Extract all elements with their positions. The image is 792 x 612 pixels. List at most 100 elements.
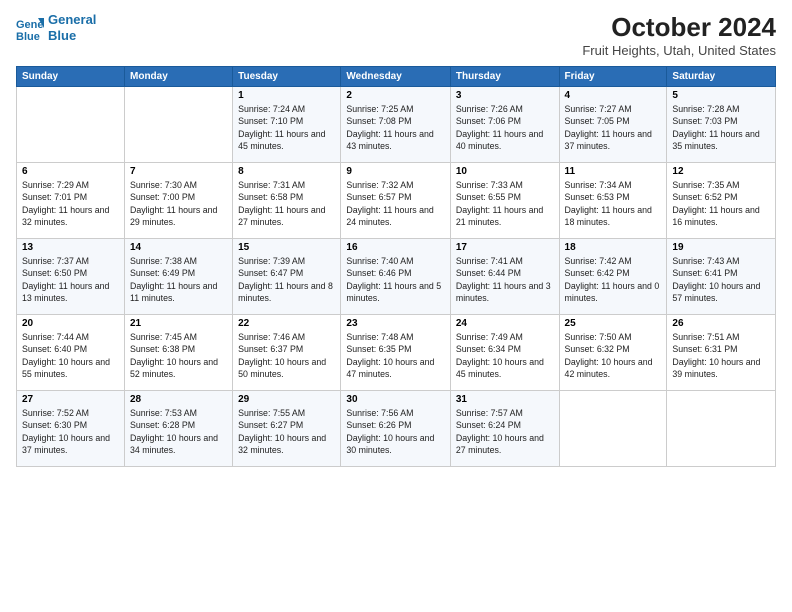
calendar-week-4: 20 Sunrise: 7:44 AMSunset: 6:40 PMDaylig… — [17, 315, 776, 391]
day-number: 4 — [565, 90, 662, 101]
table-row: 11 Sunrise: 7:34 AMSunset: 6:53 PMDaylig… — [559, 163, 667, 239]
calendar-title: October 2024 — [582, 12, 776, 43]
calendar-week-2: 6 Sunrise: 7:29 AMSunset: 7:01 PMDayligh… — [17, 163, 776, 239]
day-info: Sunrise: 7:40 AMSunset: 6:46 PMDaylight:… — [346, 256, 441, 303]
calendar-table: Sunday Monday Tuesday Wednesday Thursday… — [16, 66, 776, 467]
day-info: Sunrise: 7:34 AMSunset: 6:53 PMDaylight:… — [565, 180, 652, 227]
table-row: 12 Sunrise: 7:35 AMSunset: 6:52 PMDaylig… — [667, 163, 776, 239]
logo-icon: General Blue — [16, 14, 44, 42]
day-info: Sunrise: 7:24 AMSunset: 7:10 PMDaylight:… — [238, 104, 325, 151]
logo: General Blue General Blue — [16, 12, 96, 43]
calendar-page: General Blue General Blue October 2024 F… — [0, 0, 792, 612]
day-info: Sunrise: 7:33 AMSunset: 6:55 PMDaylight:… — [456, 180, 543, 227]
day-number: 1 — [238, 90, 335, 101]
day-info: Sunrise: 7:50 AMSunset: 6:32 PMDaylight:… — [565, 332, 653, 379]
table-row: 22 Sunrise: 7:46 AMSunset: 6:37 PMDaylig… — [233, 315, 341, 391]
table-row — [125, 87, 233, 163]
day-info: Sunrise: 7:26 AMSunset: 7:06 PMDaylight:… — [456, 104, 543, 151]
table-row: 24 Sunrise: 7:49 AMSunset: 6:34 PMDaylig… — [450, 315, 559, 391]
table-row — [559, 391, 667, 467]
day-info: Sunrise: 7:49 AMSunset: 6:34 PMDaylight:… — [456, 332, 544, 379]
table-row: 1 Sunrise: 7:24 AMSunset: 7:10 PMDayligh… — [233, 87, 341, 163]
day-number: 28 — [130, 394, 227, 405]
table-row: 25 Sunrise: 7:50 AMSunset: 6:32 PMDaylig… — [559, 315, 667, 391]
day-info: Sunrise: 7:27 AMSunset: 7:05 PMDaylight:… — [565, 104, 652, 151]
calendar-week-1: 1 Sunrise: 7:24 AMSunset: 7:10 PMDayligh… — [17, 87, 776, 163]
day-number: 24 — [456, 318, 554, 329]
day-info: Sunrise: 7:42 AMSunset: 6:42 PMDaylight:… — [565, 256, 660, 303]
table-row: 4 Sunrise: 7:27 AMSunset: 7:05 PMDayligh… — [559, 87, 667, 163]
day-info: Sunrise: 7:45 AMSunset: 6:38 PMDaylight:… — [130, 332, 218, 379]
table-row: 18 Sunrise: 7:42 AMSunset: 6:42 PMDaylig… — [559, 239, 667, 315]
table-row: 13 Sunrise: 7:37 AMSunset: 6:50 PMDaylig… — [17, 239, 125, 315]
table-row: 17 Sunrise: 7:41 AMSunset: 6:44 PMDaylig… — [450, 239, 559, 315]
table-row: 2 Sunrise: 7:25 AMSunset: 7:08 PMDayligh… — [341, 87, 450, 163]
day-number: 27 — [22, 394, 119, 405]
header-friday: Friday — [559, 67, 667, 87]
logo-text: General Blue — [48, 12, 96, 43]
table-row: 23 Sunrise: 7:48 AMSunset: 6:35 PMDaylig… — [341, 315, 450, 391]
day-info: Sunrise: 7:52 AMSunset: 6:30 PMDaylight:… — [22, 408, 110, 455]
table-row: 9 Sunrise: 7:32 AMSunset: 6:57 PMDayligh… — [341, 163, 450, 239]
day-info: Sunrise: 7:38 AMSunset: 6:49 PMDaylight:… — [130, 256, 217, 303]
day-number: 19 — [672, 242, 770, 253]
header-wednesday: Wednesday — [341, 67, 450, 87]
day-number: 22 — [238, 318, 335, 329]
day-number: 16 — [346, 242, 444, 253]
day-info: Sunrise: 7:51 AMSunset: 6:31 PMDaylight:… — [672, 332, 760, 379]
day-info: Sunrise: 7:46 AMSunset: 6:37 PMDaylight:… — [238, 332, 326, 379]
table-row: 15 Sunrise: 7:39 AMSunset: 6:47 PMDaylig… — [233, 239, 341, 315]
day-number: 21 — [130, 318, 227, 329]
day-number: 23 — [346, 318, 444, 329]
day-number: 31 — [456, 394, 554, 405]
table-row: 29 Sunrise: 7:55 AMSunset: 6:27 PMDaylig… — [233, 391, 341, 467]
day-info: Sunrise: 7:37 AMSunset: 6:50 PMDaylight:… — [22, 256, 109, 303]
svg-text:Blue: Blue — [16, 31, 40, 42]
day-number: 30 — [346, 394, 444, 405]
day-info: Sunrise: 7:53 AMSunset: 6:28 PMDaylight:… — [130, 408, 218, 455]
calendar-week-5: 27 Sunrise: 7:52 AMSunset: 6:30 PMDaylig… — [17, 391, 776, 467]
table-row: 26 Sunrise: 7:51 AMSunset: 6:31 PMDaylig… — [667, 315, 776, 391]
table-row: 10 Sunrise: 7:33 AMSunset: 6:55 PMDaylig… — [450, 163, 559, 239]
day-number: 11 — [565, 166, 662, 177]
day-number: 17 — [456, 242, 554, 253]
header-saturday: Saturday — [667, 67, 776, 87]
title-block: October 2024 Fruit Heights, Utah, United… — [582, 12, 776, 58]
header-sunday: Sunday — [17, 67, 125, 87]
table-row: 21 Sunrise: 7:45 AMSunset: 6:38 PMDaylig… — [125, 315, 233, 391]
weekday-header-row: Sunday Monday Tuesday Wednesday Thursday… — [17, 67, 776, 87]
day-info: Sunrise: 7:30 AMSunset: 7:00 PMDaylight:… — [130, 180, 217, 227]
table-row: 20 Sunrise: 7:44 AMSunset: 6:40 PMDaylig… — [17, 315, 125, 391]
day-number: 2 — [346, 90, 444, 101]
day-number: 13 — [22, 242, 119, 253]
day-number: 26 — [672, 318, 770, 329]
calendar-week-3: 13 Sunrise: 7:37 AMSunset: 6:50 PMDaylig… — [17, 239, 776, 315]
table-row: 19 Sunrise: 7:43 AMSunset: 6:41 PMDaylig… — [667, 239, 776, 315]
day-info: Sunrise: 7:32 AMSunset: 6:57 PMDaylight:… — [346, 180, 433, 227]
day-info: Sunrise: 7:57 AMSunset: 6:24 PMDaylight:… — [456, 408, 544, 455]
day-info: Sunrise: 7:39 AMSunset: 6:47 PMDaylight:… — [238, 256, 333, 303]
day-number: 12 — [672, 166, 770, 177]
header-thursday: Thursday — [450, 67, 559, 87]
day-number: 9 — [346, 166, 444, 177]
day-info: Sunrise: 7:41 AMSunset: 6:44 PMDaylight:… — [456, 256, 551, 303]
calendar-subtitle: Fruit Heights, Utah, United States — [582, 43, 776, 58]
table-row: 14 Sunrise: 7:38 AMSunset: 6:49 PMDaylig… — [125, 239, 233, 315]
day-number: 5 — [672, 90, 770, 101]
day-number: 20 — [22, 318, 119, 329]
day-info: Sunrise: 7:43 AMSunset: 6:41 PMDaylight:… — [672, 256, 760, 303]
table-row: 5 Sunrise: 7:28 AMSunset: 7:03 PMDayligh… — [667, 87, 776, 163]
day-number: 18 — [565, 242, 662, 253]
day-number: 25 — [565, 318, 662, 329]
table-row — [17, 87, 125, 163]
day-info: Sunrise: 7:31 AMSunset: 6:58 PMDaylight:… — [238, 180, 325, 227]
table-row: 6 Sunrise: 7:29 AMSunset: 7:01 PMDayligh… — [17, 163, 125, 239]
table-row: 31 Sunrise: 7:57 AMSunset: 6:24 PMDaylig… — [450, 391, 559, 467]
day-number: 14 — [130, 242, 227, 253]
day-number: 15 — [238, 242, 335, 253]
day-number: 3 — [456, 90, 554, 101]
header-tuesday: Tuesday — [233, 67, 341, 87]
table-row: 16 Sunrise: 7:40 AMSunset: 6:46 PMDaylig… — [341, 239, 450, 315]
day-info: Sunrise: 7:44 AMSunset: 6:40 PMDaylight:… — [22, 332, 110, 379]
day-info: Sunrise: 7:25 AMSunset: 7:08 PMDaylight:… — [346, 104, 433, 151]
